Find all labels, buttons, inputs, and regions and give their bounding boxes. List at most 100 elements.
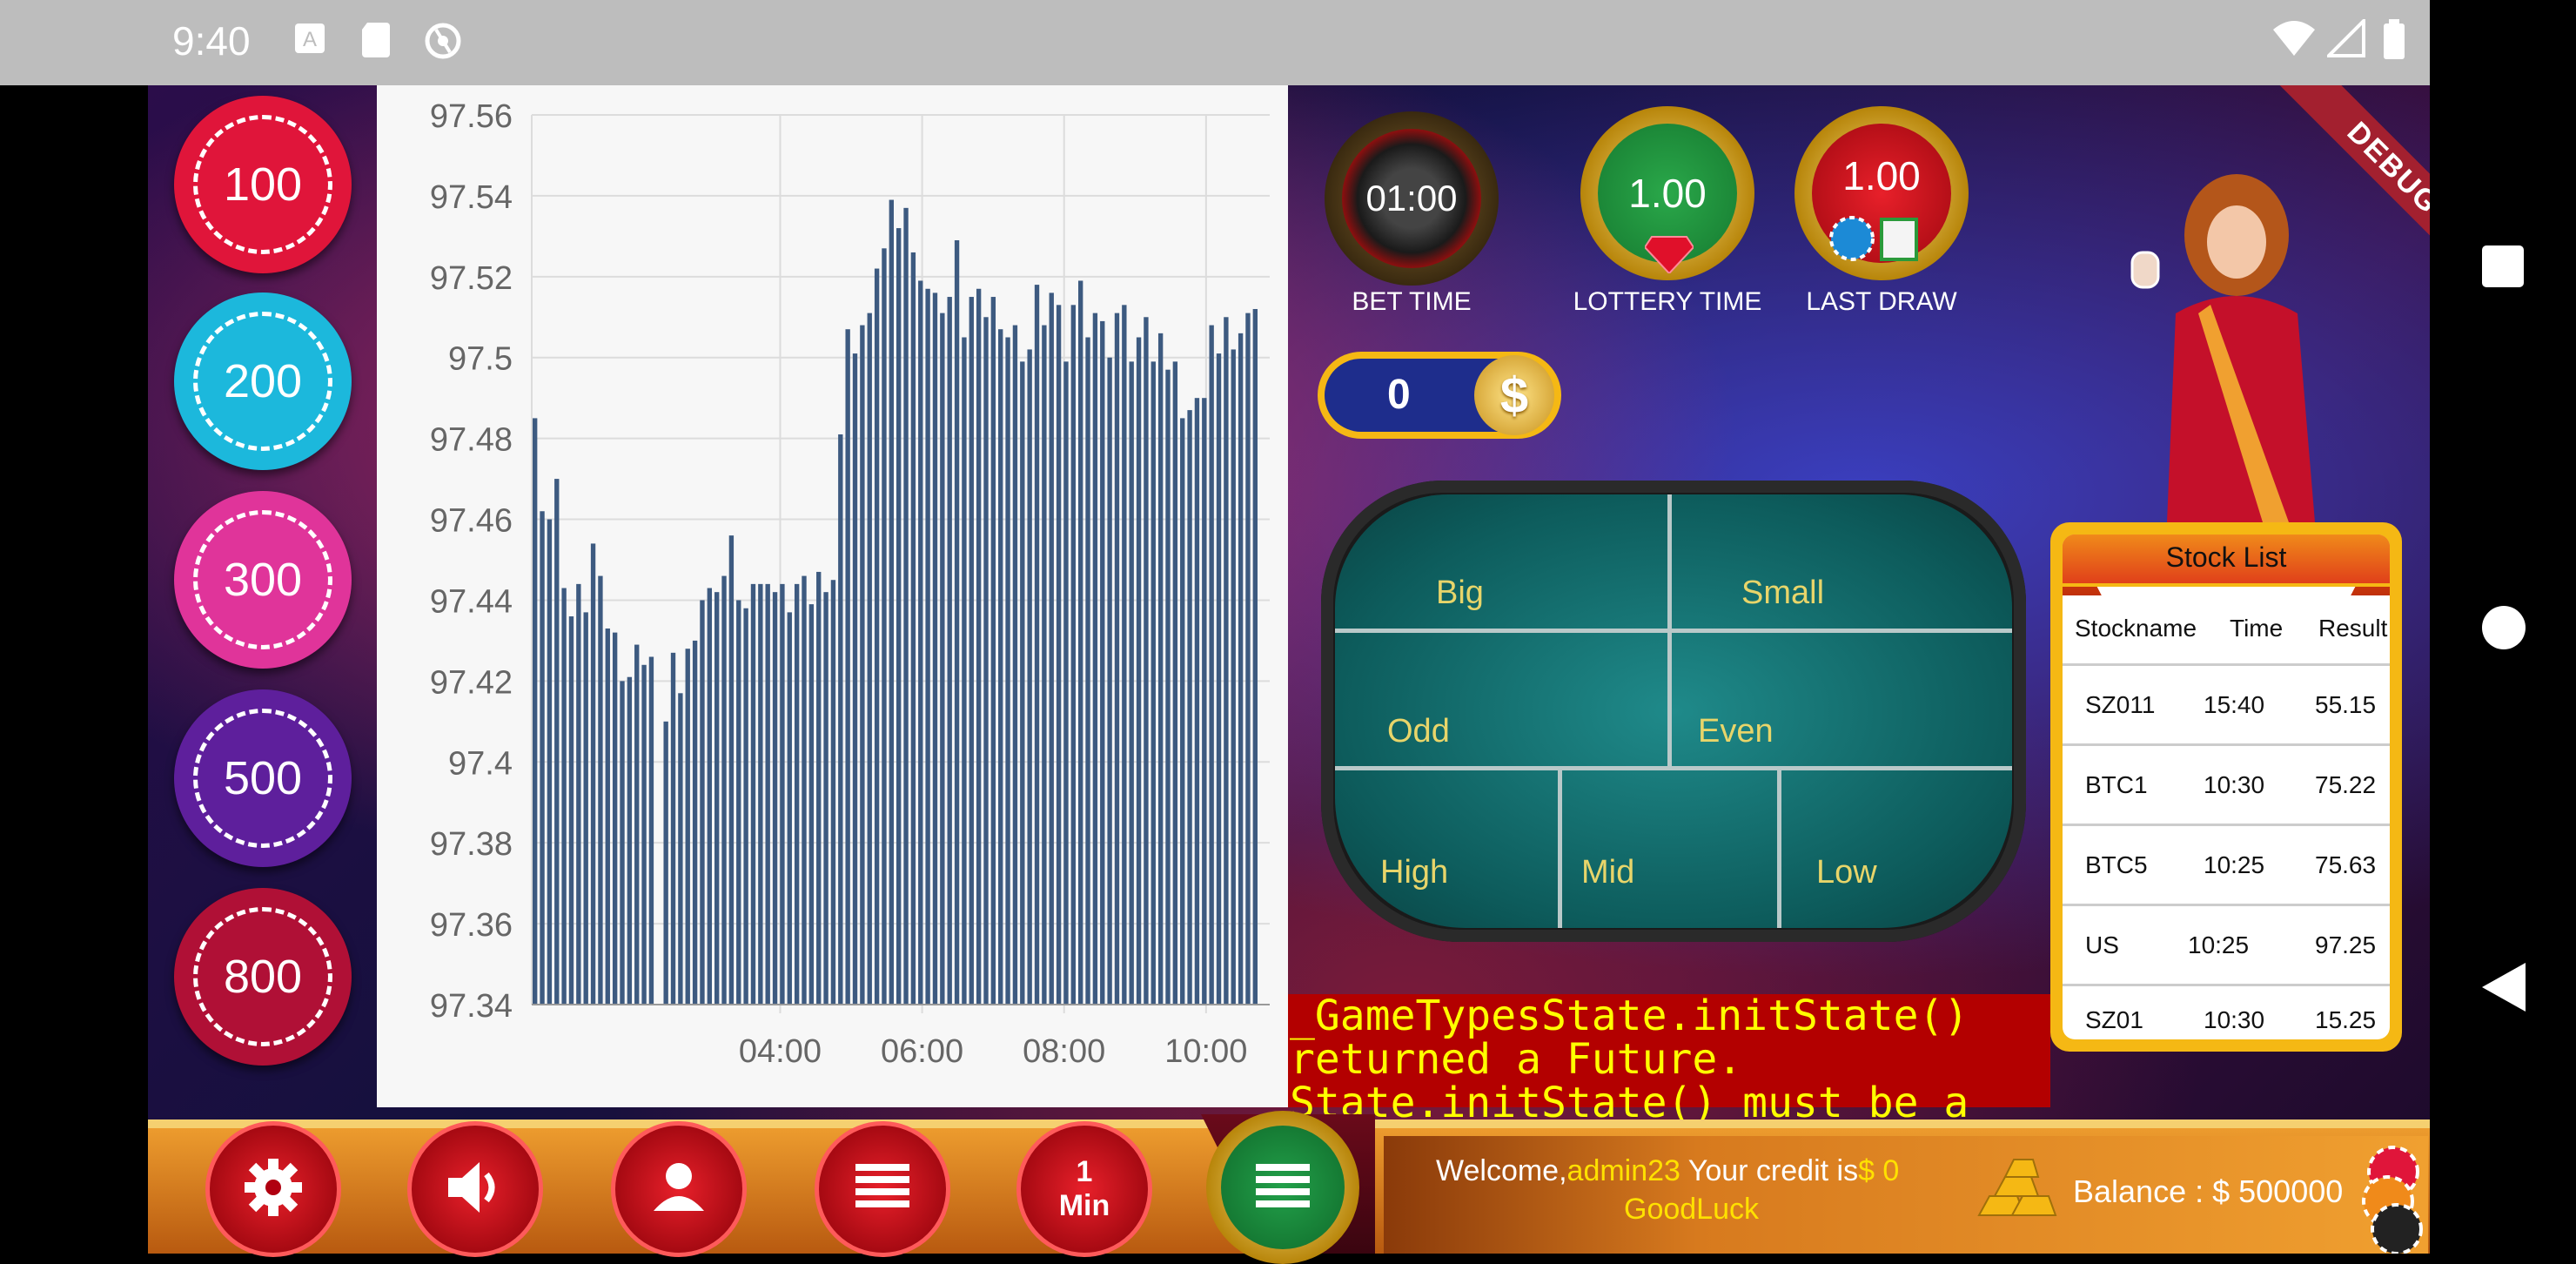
chart-bar [736,600,741,1005]
navigation-bar [2430,0,2576,1254]
chip-500[interactable]: 500 [174,689,352,867]
chart-bar [678,693,683,1005]
chip-200[interactable]: 200 [174,292,352,470]
bet-mid[interactable]: Mid [1562,770,1777,928]
chip-ring: 300 [193,510,332,649]
y-tick-label: 97.48 [430,422,513,459]
bet-small[interactable]: Small [1672,494,2012,629]
chip-800[interactable]: 800 [174,888,352,1066]
chart-bar [1129,361,1134,1005]
chart-bar [547,519,553,1005]
row-stockname: SZ01 [2085,1006,2143,1033]
menu-button[interactable] [1206,1111,1359,1264]
chip-100[interactable]: 100 [174,96,352,273]
chart-bar [954,240,960,1005]
bet-time-value: 01:00 [1365,178,1458,219]
chart-bar [910,252,916,1005]
chip-value: 500 [223,752,303,804]
stock-list-headers: Stockname Time Result [2063,597,2390,666]
credit-value: $ 0 [1858,1154,1900,1187]
row-result: 75.22 [2315,771,2377,798]
chart-bar [743,608,748,1005]
chart-bar [721,575,727,1005]
chart-bar [772,592,778,1005]
chart-bar [612,632,618,1005]
stock-list-header: Stock List [2063,535,2390,599]
menu-icon [1221,1126,1345,1249]
chart-bar [787,612,792,1005]
settings-button[interactable] [205,1121,341,1257]
bet-small-label: Small [1741,575,1825,611]
chart-bar [947,297,952,1005]
bet-low[interactable]: Low [1781,770,2012,928]
chart-bar [1165,369,1171,1005]
x-tick-label: 04:00 [739,1033,822,1070]
chart-bar [750,583,756,1005]
chart-bar [983,317,989,1005]
chart-bar [867,313,872,1005]
y-tick-label: 97.36 [430,907,513,944]
chart-bar [765,583,770,1005]
y-tick-label: 97.46 [430,503,513,540]
stock-list-body: Stock List Stockname Time Result SZ011 1… [2063,535,2390,1039]
debug-label: DEBUG [2340,115,2430,221]
chart-bar [554,479,560,1005]
chart-bar [1114,313,1120,1005]
row-result: 75.63 [2315,851,2377,878]
chart-bar [648,656,654,1005]
chart-bar [962,337,967,1005]
user-icon [647,1155,711,1224]
bet-big-label: Big [1436,575,1484,611]
chart-bar [816,571,822,1005]
chart-bar [1238,333,1244,1005]
one-minute-button[interactable]: 1 Min [1016,1121,1152,1257]
chart-bar [1027,349,1032,1005]
chip-300[interactable]: 300 [174,491,352,669]
table-row: BTC1 10:30 75.22 [2063,745,2390,826]
chart-bar [1070,305,1076,1005]
y-tick-label: 97.4 [448,745,513,782]
status-time: 9:40 [172,18,251,64]
x-tick-label: 06:00 [881,1033,963,1070]
error-line-3: State.initState() must be a [1290,1079,1969,1127]
chart-bar [714,592,720,1005]
chart-bar [685,649,690,1005]
sound-button[interactable] [407,1121,543,1257]
row-result: 15.25 [2315,1006,2377,1033]
bet-high[interactable]: High [1335,770,1558,928]
min-number: 1 [1076,1155,1093,1188]
back-button[interactable] [2479,961,2527,1018]
sync-icon [423,21,463,70]
chart-bar [1012,325,1018,1005]
roulette-wheel: 01:00 [1342,129,1481,268]
chart-bar [1172,361,1178,1005]
row-time: 10:25 [2188,931,2250,958]
left-gutter [0,0,148,1254]
y-tick-label: 97.5 [448,341,513,378]
chart-bar [1150,361,1156,1005]
row-time: 15:40 [2204,691,2265,718]
list-button[interactable] [815,1121,950,1257]
chart-bar [976,288,982,1005]
chart-bar [1085,337,1090,1005]
gold-bars-icon [1974,1154,2057,1223]
bet-big[interactable]: Big [1335,494,1667,629]
lottery-time-label: LOTTERY TIME [1573,287,1762,316]
chart-bar [852,353,858,1005]
bet-even[interactable]: Even [1672,633,2012,766]
chart-bar [889,199,894,1005]
chart-bar [641,664,647,1005]
home-button[interactable] [2480,604,2527,656]
chart-bar [1209,325,1214,1005]
row-stockname: BTC5 [2085,851,2148,878]
credit-pill: 0 $ [1318,352,1561,439]
chart-bar [758,583,763,1005]
recents-button[interactable] [2480,244,2526,293]
profile-button[interactable] [611,1121,747,1257]
row-stockname: SZ011 [2085,691,2156,718]
row-stockname: BTC1 [2085,771,2148,798]
bet-mid-label: Mid [1581,854,1635,891]
bet-odd[interactable]: Odd [1335,633,1667,766]
chart-bar [1005,337,1010,1005]
chart-bar [590,543,596,1005]
